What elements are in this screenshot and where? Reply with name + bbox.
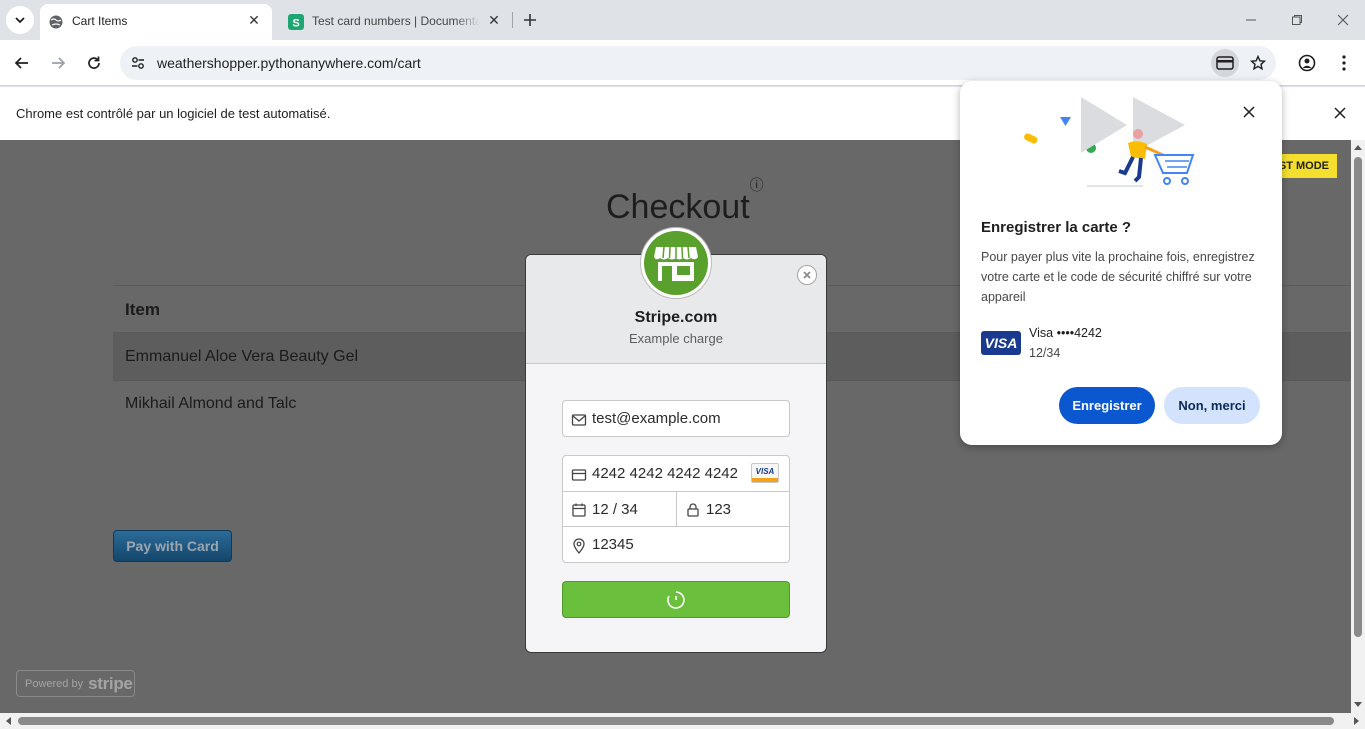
cvc-value: 123: [706, 501, 732, 518]
zip-field[interactable]: 12345: [562, 526, 790, 563]
tab-title: Cart Items: [72, 14, 128, 28]
bubble-title: Enregistrer la carte ?: [981, 219, 1132, 236]
card-expiry: 12/34: [1029, 346, 1061, 360]
horizontal-scrollbar-thumb[interactable]: [18, 717, 1334, 725]
close-icon: [1334, 107, 1346, 119]
shopping-illustration: [1024, 97, 1195, 187]
info-icon: ⓘ: [749, 176, 764, 193]
scroll-right-arrow-icon[interactable]: [1353, 717, 1361, 725]
browser-toolbar: weathershopper.pythonanywhere.com/cart: [0, 40, 1365, 86]
restore-icon: [1292, 15, 1302, 25]
merchant-name: Stripe.com: [634, 309, 718, 326]
save-card-bubble: Enregistrer la carte ? Pour payer plus v…: [960, 81, 1282, 445]
bubble-close-button[interactable]: [1239, 102, 1259, 122]
card-brand-text: VISA: [755, 467, 775, 476]
submit-payment-button[interactable]: [562, 581, 790, 618]
email-value: test@example.com: [592, 410, 721, 427]
close-icon: [1243, 106, 1255, 118]
expiry-field[interactable]: 12 / 34: [562, 491, 677, 527]
close-window-button[interactable]: [1331, 8, 1355, 32]
bubble-description: Pour payer plus vite la prochaine fois, …: [981, 250, 1255, 304]
page-title: Checkoutⓘ: [606, 177, 764, 227]
table-cell-item: Emmanuel Aloe Vera Beauty Gel: [125, 348, 359, 365]
star-icon: [1250, 55, 1266, 71]
arrow-left-icon: [14, 57, 28, 69]
restore-button[interactable]: [1285, 8, 1309, 32]
chrome-menu-button[interactable]: [1330, 49, 1358, 77]
no-thanks-button[interactable]: Non, merci: [1164, 387, 1260, 424]
arrow-right-icon: [52, 57, 66, 69]
lock-icon: [687, 503, 699, 517]
tab-strip: Cart Items ✕ S Test card numbers | Docum…: [0, 0, 1365, 40]
modal-close-button[interactable]: [797, 265, 817, 285]
minimize-button[interactable]: [1239, 8, 1263, 32]
reload-button[interactable]: [80, 49, 108, 77]
url-text: weathershopper.pythonanywhere.com/cart: [157, 55, 421, 71]
scroll-up-arrow-icon[interactable]: [1354, 143, 1362, 151]
svg-text:S: S: [292, 18, 299, 30]
test-mode-badge: ST MODE: [1275, 154, 1337, 178]
save-card-omnibox-button[interactable]: [1211, 49, 1239, 77]
expiry-value: 12 / 34: [592, 501, 638, 518]
loading-spinner-icon: [667, 590, 685, 609]
email-field[interactable]: test@example.com: [562, 400, 790, 437]
kebab-menu-icon: [1342, 55, 1346, 71]
store-icon: [654, 246, 698, 281]
infobar-message: Chrome est contrôlé par un logiciel de t…: [16, 106, 331, 121]
modal-header: Stripe.com Example charge: [526, 227, 826, 364]
tab-test-card-numbers[interactable]: S Test card numbers | Documentation ✕: [280, 4, 512, 40]
chevron-down-icon: [15, 17, 25, 24]
tab-search-button[interactable]: [6, 6, 34, 34]
bookmark-button[interactable]: [1244, 49, 1272, 77]
envelope-icon: [571, 414, 587, 426]
table-cell-item: Mikhail Almond and Talc: [125, 395, 297, 412]
stripe-docs-favicon-icon: S: [288, 14, 304, 30]
powered-by-text: Powered by: [25, 677, 84, 690]
table-header-item: Item: [125, 300, 160, 319]
location-pin-icon: [573, 538, 585, 554]
back-button[interactable]: [8, 49, 36, 77]
address-bar[interactable]: weathershopper.pythonanywhere.com/cart: [120, 46, 1276, 80]
charge-description: Example charge: [629, 331, 723, 346]
save-card-button[interactable]: Enregistrer: [1059, 387, 1155, 424]
visa-logo: VISA: [981, 331, 1021, 355]
profile-button[interactable]: [1293, 49, 1321, 77]
calendar-icon: [572, 503, 586, 517]
merchant-logo: [640, 227, 712, 299]
zip-value: 12345: [592, 536, 634, 553]
close-tab-icon[interactable]: ✕: [244, 10, 264, 30]
forward-button[interactable]: [44, 49, 72, 77]
account-icon: [1298, 54, 1316, 72]
close-icon: [803, 271, 811, 279]
powered-by-stripe-badge[interactable]: Powered by stripe: [16, 670, 135, 697]
card-number-value: 4242 4242 4242 4242: [592, 465, 738, 482]
globe-icon: [49, 15, 63, 29]
scroll-left-arrow-icon[interactable]: [4, 717, 12, 725]
card-label: Visa ••••4242: [1029, 326, 1102, 340]
tab-cart-items[interactable]: Cart Items ✕: [40, 4, 272, 40]
visa-card-icon: VISA: [751, 463, 779, 483]
new-tab-button[interactable]: [518, 8, 542, 32]
reload-icon: [88, 56, 100, 69]
tab-separator: [512, 12, 513, 28]
plus-icon: [524, 14, 536, 26]
page-title-text: Checkout: [606, 188, 750, 226]
scroll-down-arrow-icon[interactable]: [1354, 701, 1362, 709]
horizontal-scrollbar[interactable]: [0, 713, 1365, 729]
vertical-scrollbar-thumb[interactable]: [1354, 157, 1362, 637]
infobar-close-button[interactable]: [1330, 103, 1350, 123]
minimize-icon: [1246, 19, 1256, 21]
pay-with-card-button[interactable]: Pay with Card: [113, 530, 232, 562]
stripe-checkout-modal: Stripe.com Example charge test@example.c…: [525, 227, 827, 653]
credit-card-icon: [1216, 56, 1234, 70]
close-tab-icon[interactable]: ✕: [484, 10, 504, 30]
stripe-logo-text: stripe: [88, 673, 133, 693]
cvc-field[interactable]: 123: [676, 491, 790, 527]
tab-title: Test card numbers | Documentation: [312, 14, 480, 28]
card-number-field[interactable]: 4242 4242 4242 4242 VISA: [562, 455, 790, 492]
credit-card-icon: [571, 469, 587, 481]
site-settings-icon[interactable]: [130, 55, 146, 71]
close-icon: [1337, 14, 1349, 26]
vertical-scrollbar[interactable]: [1351, 140, 1365, 713]
